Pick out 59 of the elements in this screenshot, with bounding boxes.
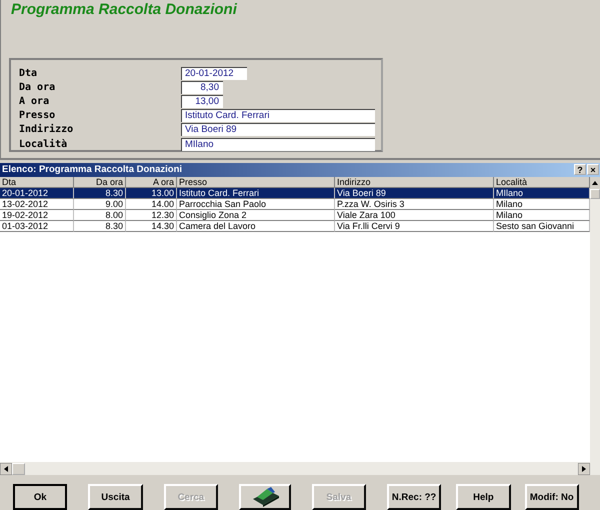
table-row[interactable]: 13-02-2012 9.00 14.00 Parrocchia San Paolo P.zza W. Osiris 3 Milano	[0, 198, 590, 210]
table-cell: Via Fr.lli Cervi 9	[335, 220, 494, 232]
table-cell: 8.30	[74, 220, 126, 232]
help-button[interactable]: ?	[574, 164, 586, 176]
toolbar-button[interactable]: Help	[456, 484, 511, 510]
column-header[interactable]: A ora	[126, 176, 177, 188]
toolbar-button[interactable]: Modif: No	[524, 484, 579, 510]
table-cell: 13.00	[126, 188, 177, 199]
table-cell: 8.30	[74, 188, 126, 199]
table-cell: Camera del Lavoro	[177, 220, 335, 232]
table-cell: Parrocchia San Paolo	[177, 198, 335, 210]
table-cell: 14.00	[126, 198, 177, 210]
toolbar-button[interactable]: Uscita	[88, 484, 143, 510]
scroll-right-icon[interactable]	[578, 462, 590, 474]
icon-button[interactable]	[239, 484, 291, 510]
horizontal-scrollbar[interactable]	[0, 462, 600, 475]
column-header[interactable]: Località	[494, 176, 590, 188]
scroll-thumb[interactable]	[12, 462, 25, 474]
table-cell: 13-02-2012	[0, 198, 74, 210]
field-label: A ora	[19, 96, 50, 107]
table-cell: 01-03-2012	[0, 220, 74, 232]
table-cell: 20-01-2012	[0, 188, 74, 199]
table-row[interactable]: 20-01-2012 8.30 13.00 Istituto Card. Ferrari Via Boeri 89 MIlano	[0, 188, 590, 199]
table-cell: Istituto Card. Ferrari	[177, 188, 335, 199]
table-cell: 14.30	[126, 220, 177, 232]
table-cell: P.zza W. Osiris 3	[335, 198, 494, 210]
table-cell: Viale Zara 100	[335, 210, 494, 221]
scroll-thumb[interactable]	[590, 188, 600, 199]
column-header[interactable]: Dta	[0, 176, 74, 188]
field-label: Indirizzo	[19, 124, 74, 136]
column-header[interactable]: Da ora	[74, 176, 126, 188]
input-field[interactable]: 20-01-2012	[181, 66, 247, 80]
close-button[interactable]: ×	[587, 164, 599, 176]
field-label: Presso	[19, 110, 56, 122]
column-header[interactable]: Indirizzo	[335, 176, 494, 188]
scroll-up-icon[interactable]	[590, 176, 600, 189]
table-cell: 9.00	[74, 198, 126, 210]
list-title: Elenco: Programma Raccolta Donazioni	[1, 164, 184, 176]
field-label: Da ora	[19, 82, 56, 93]
scroll-left-icon[interactable]	[0, 462, 12, 474]
input-field[interactable]: 13,00	[181, 94, 223, 108]
app-title: Programma Raccolta Donazioni	[10, 0, 238, 18]
toolbar-button[interactable]: Ok	[13, 484, 68, 510]
input-field[interactable]: 8,30	[181, 80, 223, 94]
table-row[interactable]: 19-02-2012 8.00 12.30 Consiglio Zona 2 Viale Zara 100 Milano	[0, 210, 590, 221]
toolbar-button[interactable]: N.Rec: ??	[386, 484, 442, 510]
field-label: Località	[19, 138, 68, 150]
column-header[interactable]: Presso	[177, 176, 335, 188]
input-field[interactable]: Istituto Card. Ferrari	[181, 109, 375, 122]
table-cell: 19-02-2012	[0, 210, 74, 221]
input-field[interactable]: Via Boeri 89	[181, 123, 375, 136]
table-cell: Via Boeri 89	[335, 188, 494, 199]
table-cell: 12.30	[126, 210, 177, 221]
field-label: Dta	[19, 68, 38, 79]
table-row[interactable]: 01-03-2012 8.30 14.30 Camera del Lavoro Via Fr.lli Cervi 9 Sesto san Giovanni	[0, 220, 590, 232]
table-cell: Consiglio Zona 2	[177, 210, 335, 221]
table-cell: 8.00	[74, 210, 126, 221]
vertical-scrollbar[interactable]	[590, 176, 600, 462]
input-field[interactable]: MIlano	[181, 138, 375, 151]
